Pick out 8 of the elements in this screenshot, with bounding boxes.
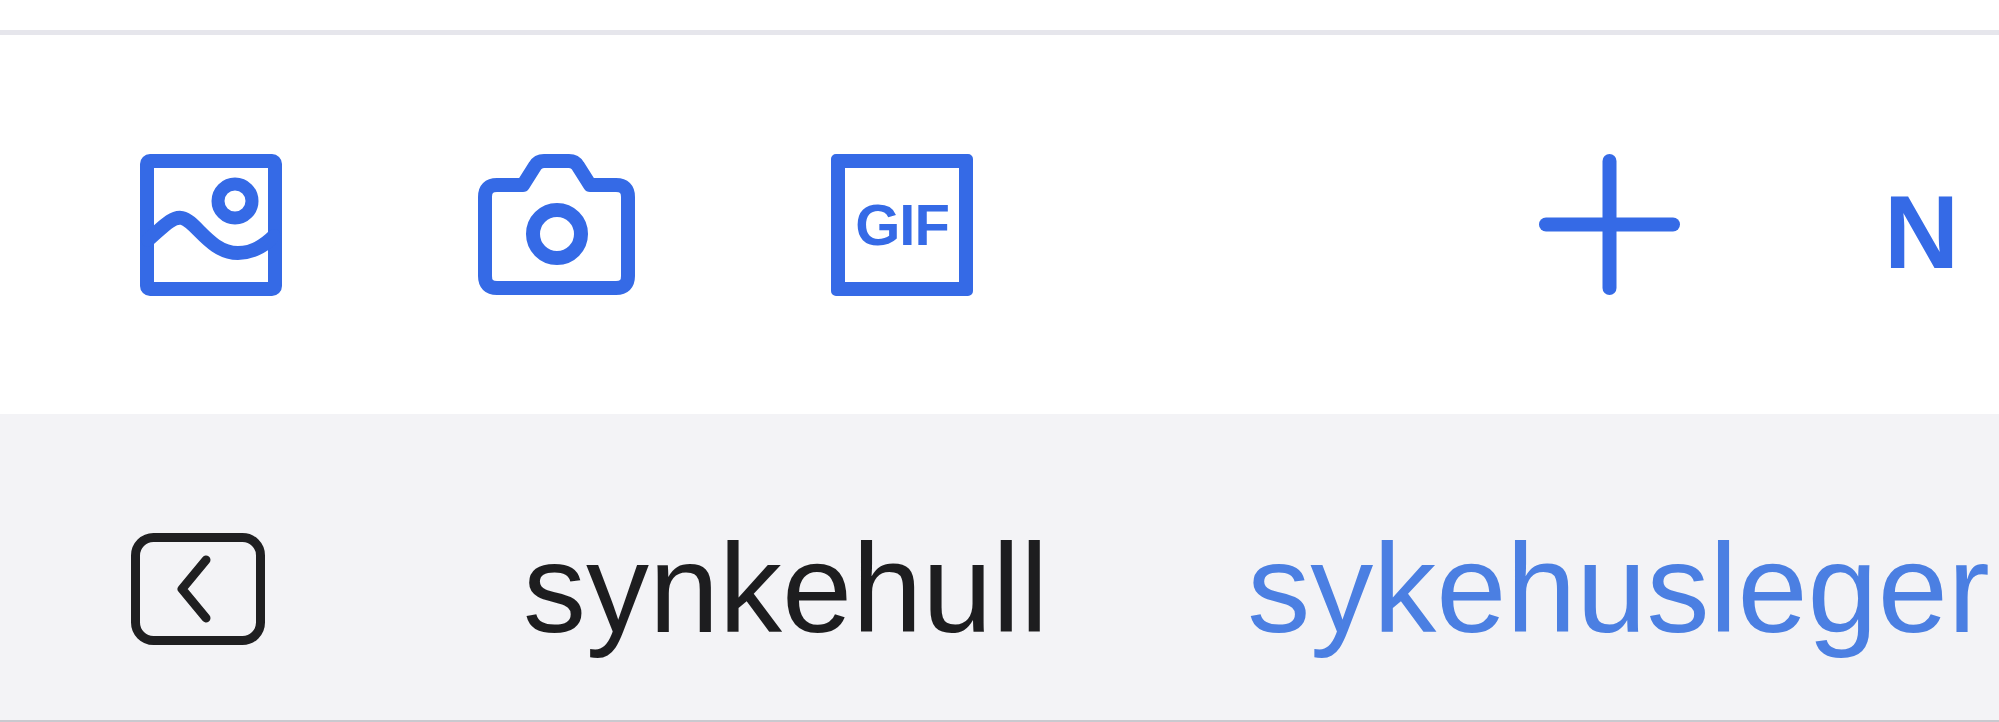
back-icon[interactable]	[131, 533, 265, 645]
suggestion-word[interactable]: sykehusleger	[1247, 513, 1990, 665]
gif-button[interactable]: GIF	[831, 153, 973, 296]
suggestion-word[interactable]: synkehull	[523, 513, 1049, 665]
camera-icon[interactable]	[478, 154, 635, 295]
toolbar-text-button[interactable]: N	[1884, 170, 1960, 295]
image-icon[interactable]	[140, 153, 282, 296]
plus-icon[interactable]	[1539, 154, 1680, 295]
